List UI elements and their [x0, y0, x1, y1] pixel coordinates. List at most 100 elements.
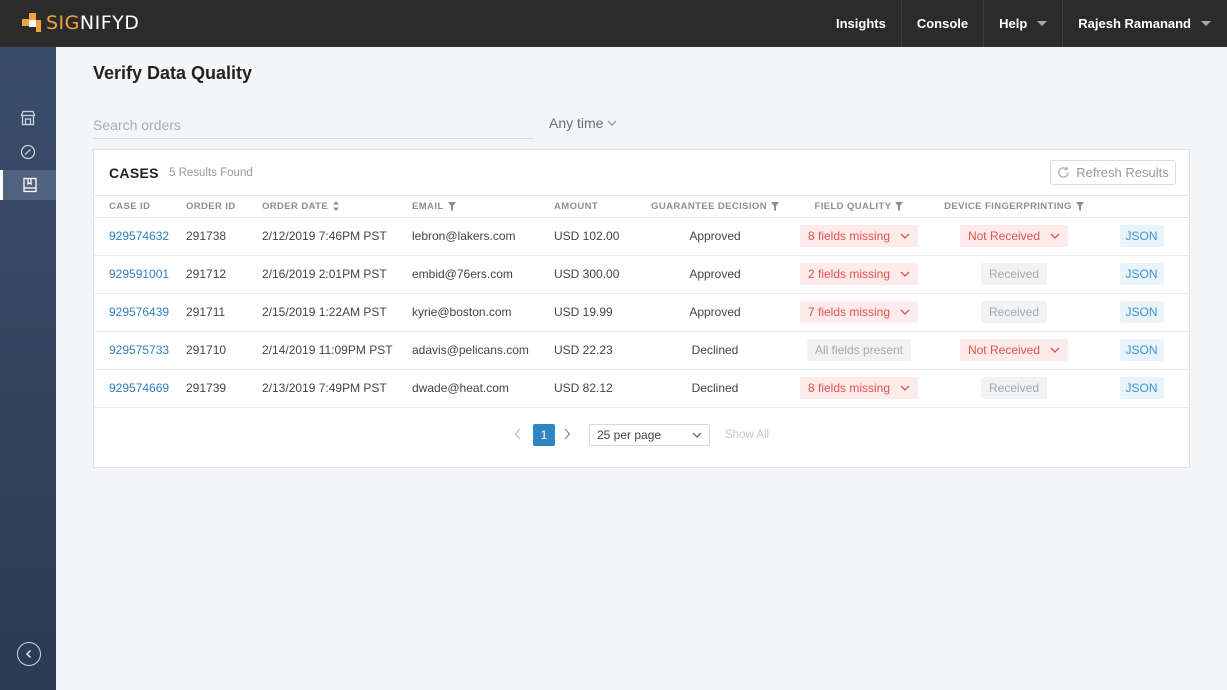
- cell-field-quality: 8 fields missing: [784, 217, 934, 256]
- col-device-fingerprinting[interactable]: DEVICE FINGERPRINTING: [934, 196, 1094, 218]
- col-order-date-label: ORDER DATE: [262, 200, 329, 212]
- show-all-link[interactable]: Show All: [725, 429, 769, 441]
- nav-help-label: Help: [999, 16, 1028, 31]
- field-quality-badge[interactable]: 8 fields missing: [799, 225, 919, 247]
- cell-json: JSON: [1094, 331, 1189, 370]
- cell-amount: USD 102.00: [554, 217, 646, 256]
- page-1-button[interactable]: 1: [533, 424, 555, 446]
- device-status-badge[interactable]: Not Received: [959, 225, 1069, 247]
- json-button[interactable]: JSON: [1119, 301, 1164, 323]
- refresh-icon: [1058, 166, 1069, 178]
- col-json: [1094, 196, 1189, 218]
- nav-help[interactable]: Help: [983, 0, 1062, 47]
- device-status-badge: Received: [980, 377, 1048, 399]
- nav-user-menu[interactable]: Rajesh Ramanand: [1062, 0, 1227, 47]
- sidebar: [0, 47, 56, 690]
- cell-email: dwade@heat.com: [412, 369, 554, 408]
- json-button[interactable]: JSON: [1119, 225, 1164, 247]
- case-id-link[interactable]: 929574669: [109, 381, 169, 395]
- sidebar-item-store[interactable]: [0, 103, 56, 133]
- cell-case-id: 929574669: [94, 369, 186, 408]
- json-button[interactable]: JSON: [1119, 377, 1164, 399]
- field-quality-label: All fields present: [814, 343, 904, 357]
- logo-text: SIGNIFYD: [46, 12, 140, 34]
- cell-guarantee-decision: Approved: [646, 255, 784, 294]
- signifyd-logo[interactable]: SIGNIFYD: [22, 12, 139, 34]
- table-header-row: CASE ID ORDER ID ORDER DATE EMAIL AMOUNT…: [94, 196, 1189, 218]
- chevron-right-icon[interactable]: [563, 428, 571, 440]
- cases-panel-header: CASES 5 Results Found Refresh Results: [94, 150, 1189, 196]
- chevron-left-icon[interactable]: [514, 428, 522, 440]
- sort-icon[interactable]: [332, 201, 340, 212]
- sidebar-item-insights[interactable]: [0, 137, 56, 167]
- cell-field-quality: 7 fields missing: [784, 293, 934, 332]
- chevron-down-icon: [1050, 233, 1060, 239]
- nav-console-label: Console: [916, 16, 969, 31]
- time-filter-label: Any time: [549, 115, 604, 131]
- time-filter-dropdown[interactable]: Any time: [549, 115, 617, 131]
- device-status-badge[interactable]: Not Received: [959, 339, 1069, 361]
- nav-insights[interactable]: Insights: [821, 0, 901, 47]
- device-status-badge: Received: [980, 301, 1048, 323]
- cell-amount: USD 22.23: [554, 331, 646, 370]
- logo-mark-icon: [22, 13, 42, 33]
- cell-email: lebron@lakers.com: [412, 217, 554, 256]
- cell-guarantee-decision: Approved: [646, 293, 784, 332]
- sidebar-collapse-button[interactable]: [17, 642, 41, 666]
- field-quality-badge: All fields present: [806, 339, 912, 361]
- json-button[interactable]: JSON: [1119, 339, 1164, 361]
- chevron-down-icon: [900, 233, 910, 239]
- col-email[interactable]: EMAIL: [412, 196, 554, 218]
- table-row[interactable]: 929574632 291738 2/12/2019 7:46PM PST le…: [94, 217, 1189, 256]
- case-id-link[interactable]: 929574632: [109, 229, 169, 243]
- caret-down-icon: [1037, 21, 1048, 26]
- case-id-link[interactable]: 929575733: [109, 343, 169, 357]
- cell-json: JSON: [1094, 369, 1189, 408]
- cell-case-id: 929576439: [94, 293, 186, 332]
- cell-field-quality: 2 fields missing: [784, 255, 934, 294]
- case-id-link[interactable]: 929591001: [109, 267, 169, 281]
- search-input[interactable]: [93, 112, 534, 139]
- refresh-results-button[interactable]: Refresh Results: [1050, 160, 1176, 185]
- col-guarantee-decision[interactable]: GUARANTEE DECISION: [646, 196, 784, 218]
- chevron-down-icon: [900, 271, 910, 277]
- table-row[interactable]: 929574669 291739 2/13/2019 7:49PM PST dw…: [94, 369, 1189, 408]
- table-row[interactable]: 929575733 291710 2/14/2019 11:09PM PST a…: [94, 331, 1189, 370]
- chevron-down-icon: [900, 385, 910, 391]
- results-count: 5 Results Found: [169, 167, 253, 179]
- field-quality-badge[interactable]: 8 fields missing: [799, 377, 919, 399]
- pagination: 1 25 per page Show All: [94, 422, 1189, 447]
- sidebar-item-cases[interactable]: [0, 170, 56, 200]
- table-row[interactable]: 929576439 291711 2/15/2019 1:22AM PST ky…: [94, 293, 1189, 332]
- nav-console[interactable]: Console: [900, 0, 983, 47]
- filter-icon[interactable]: [1075, 201, 1084, 211]
- field-quality-badge[interactable]: 2 fields missing: [799, 263, 919, 285]
- col-order-id-label: ORDER ID: [186, 200, 236, 212]
- store-icon: [20, 110, 36, 126]
- caret-down-icon: [1201, 21, 1211, 26]
- json-button[interactable]: JSON: [1119, 263, 1164, 285]
- col-case-id: CASE ID: [94, 196, 186, 218]
- filter-icon[interactable]: [447, 201, 456, 211]
- col-field-quality[interactable]: FIELD QUALITY: [784, 196, 934, 218]
- cell-device-fingerprinting: Received: [934, 369, 1094, 408]
- table-row[interactable]: 929591001 291712 2/16/2019 2:01PM PST em…: [94, 255, 1189, 294]
- col-guarantee-label: GUARANTEE DECISION: [651, 200, 767, 212]
- chevron-down-icon: [1050, 347, 1060, 353]
- cell-order-date: 2/13/2019 7:49PM PST: [262, 369, 412, 408]
- cell-json: JSON: [1094, 293, 1189, 332]
- per-page-select[interactable]: 25 per page: [589, 424, 710, 446]
- col-order-date[interactable]: ORDER DATE: [262, 196, 412, 218]
- cell-order-date: 2/16/2019 2:01PM PST: [262, 255, 412, 294]
- chevron-down-icon: [900, 309, 910, 315]
- cell-email: kyrie@boston.com: [412, 293, 554, 332]
- filter-icon[interactable]: [895, 201, 904, 211]
- case-id-link[interactable]: 929576439: [109, 305, 169, 319]
- col-order-id: ORDER ID: [186, 196, 262, 218]
- nav-user-label: Rajesh Ramanand: [1078, 16, 1191, 31]
- top-navbar: SIGNIFYD Insights Console Help Rajesh Ra…: [0, 0, 1227, 47]
- cell-guarantee-decision: Declined: [646, 331, 784, 370]
- cell-order-id: 291739: [186, 369, 262, 408]
- filter-icon[interactable]: [770, 201, 779, 211]
- field-quality-badge[interactable]: 7 fields missing: [799, 301, 919, 323]
